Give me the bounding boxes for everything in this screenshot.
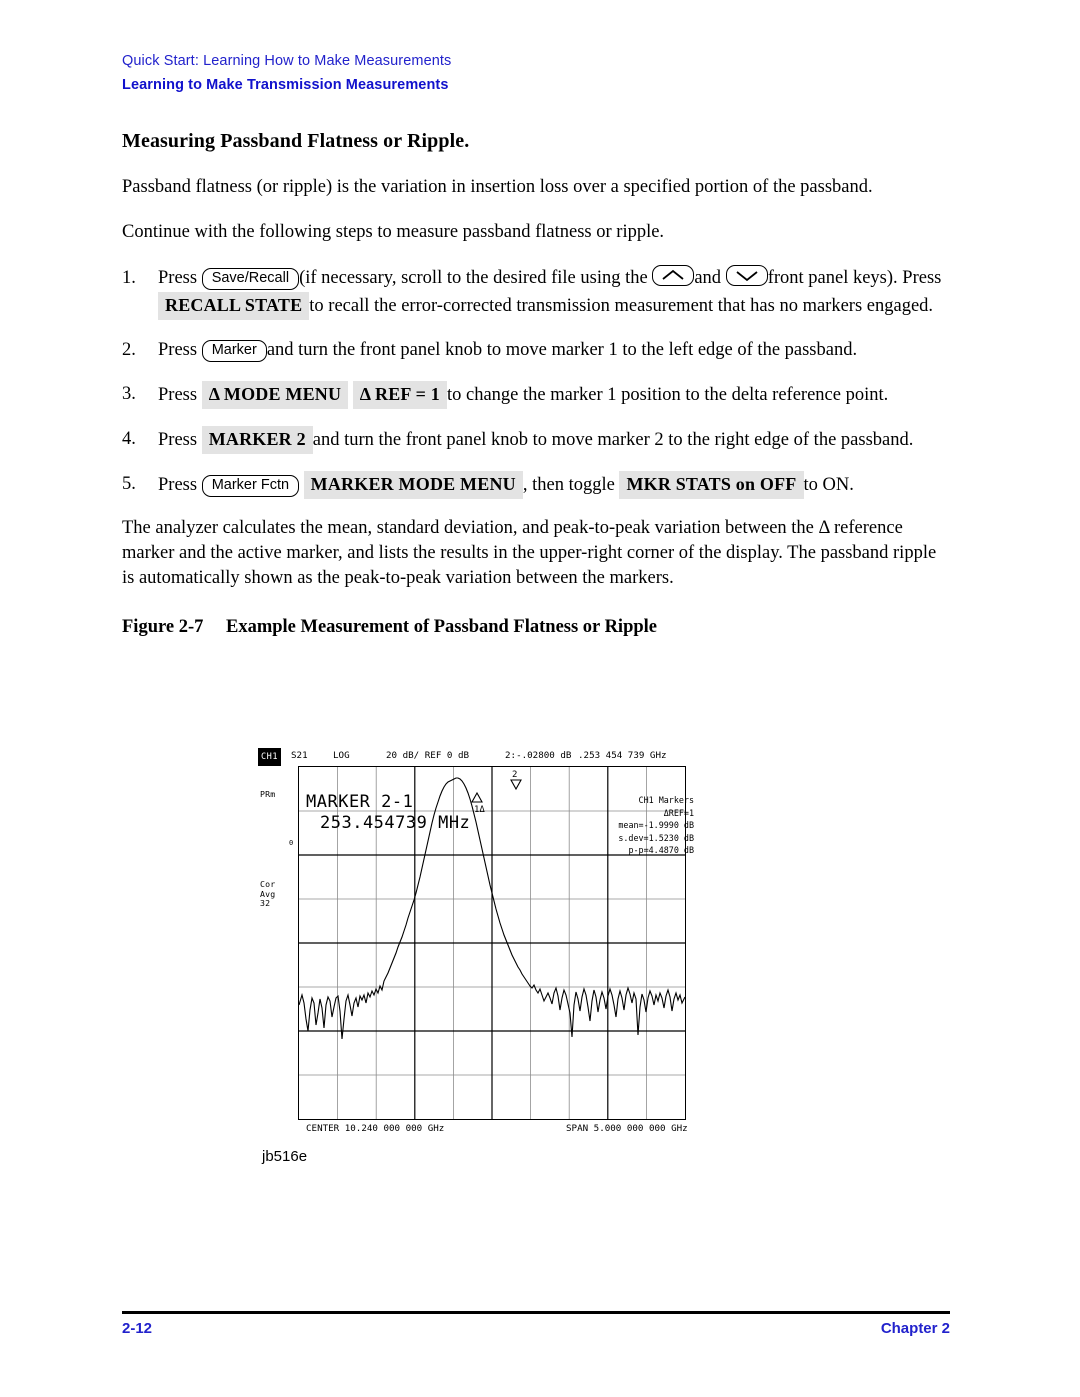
- step-text: (if necessary, scroll to the desired fil…: [299, 268, 648, 288]
- lead-paragraph: Continue with the following steps to mea…: [122, 222, 665, 242]
- down-arrow-key[interactable]: [725, 265, 768, 286]
- step-4: 4. Press MARKER 2 and turn the front panel…: [122, 426, 950, 454]
- step-3: 3. Press Δ MODE MENU Δ REF = 1 to change t…: [122, 381, 950, 409]
- marker-statistics-box: CH1 Markers ΔREF=1 mean=-1.9990 dB s.dev…: [588, 794, 694, 857]
- step-text: to change the marker 1 position to the d…: [446, 385, 889, 405]
- svg-text:2: 2: [512, 770, 517, 780]
- marker-1: 1Δ: [471, 791, 485, 815]
- step-text: Press: [158, 340, 198, 360]
- figure-number: Figure 2-7: [122, 617, 204, 637]
- parameter-label: S21: [291, 750, 308, 761]
- step-text: , then toggle: [522, 475, 615, 495]
- format-label: LOG: [333, 750, 350, 761]
- softkey-marker-2[interactable]: MARKER 2: [201, 426, 313, 454]
- stats-peak-to-peak: p-p=4.4870 dB: [628, 845, 694, 856]
- figure-caption-text: Example Measurement of Passband Flatness…: [226, 617, 657, 637]
- softkey-marker-mode-menu[interactable]: MARKER MODE MENU: [303, 471, 523, 499]
- up-arrow-key[interactable]: [652, 265, 695, 286]
- step-number: 4.: [122, 429, 136, 449]
- stats-delta-ref: ΔREF=1: [663, 807, 694, 818]
- marker-2: 2: [510, 770, 522, 791]
- step-text: and turn the front panel knob to move ma…: [312, 430, 914, 450]
- running-head: Quick Start: Learning How to Make Measur…: [122, 53, 452, 69]
- figure-identifier: jb516e: [262, 1148, 308, 1165]
- channel-badge: CH1: [258, 748, 282, 766]
- page-header: Quick Start: Learning How to Make Measur…: [122, 52, 952, 94]
- hardkey-marker[interactable]: Marker: [201, 340, 267, 362]
- hardkey-marker-fctn[interactable]: Marker Fctn: [201, 475, 300, 497]
- page-number: 2-12: [122, 1320, 153, 1337]
- step-text: to ON.: [803, 475, 854, 495]
- annotation-prm: PRm: [260, 789, 276, 799]
- marker2-value-readout: 2:-.02800 dB: [505, 750, 572, 761]
- softkey-recall-state[interactable]: RECALL STATE: [158, 292, 310, 320]
- annotation-cor-avg: Cor Avg 32: [260, 879, 275, 909]
- step-5: 5. Press Marker Fctn MARKER MODE MENU, th…: [122, 471, 950, 499]
- softkey-delta-ref-1[interactable]: Δ REF = 1: [352, 381, 447, 409]
- step-text: Press: [158, 385, 198, 405]
- page-title: Measuring Passband Flatness or Ripple.: [122, 130, 470, 152]
- chapter-label: Chapter 2: [880, 1320, 950, 1337]
- stats-mean: mean=-1.9990 dB: [618, 820, 694, 831]
- softkey-mkr-stats-on-off[interactable]: MKR STATS on OFF: [619, 471, 804, 499]
- center-frequency-label: CENTER 10.240 000 000 GHz: [306, 1123, 445, 1134]
- step-2: 2. Press Marker and turn the front panel k…: [122, 337, 950, 364]
- section-head: Learning to Make Transmission Measuremen…: [122, 77, 449, 93]
- marker-readout-line2: 253.454739 MHz: [320, 813, 471, 833]
- stats-heading: CH1 Markers: [638, 795, 694, 805]
- reference-line-label: 0: [289, 839, 294, 847]
- lcd-status-line: CH1 S21 LOG 20 dB/ REF 0 dB 2:-.02800 dB…: [258, 748, 702, 766]
- step-text: Press: [158, 475, 198, 495]
- softkey-delta-mode-menu[interactable]: Δ MODE MENU: [201, 381, 349, 409]
- hardkey-save-recall[interactable]: Save/Recall: [201, 268, 300, 290]
- step-number: 1.: [122, 268, 136, 288]
- span-label: SPAN 5.000 000 000 GHz: [566, 1123, 688, 1134]
- step-text: Press: [158, 430, 198, 450]
- step-number: 5.: [122, 474, 136, 494]
- step-1: 1. Press Save/Recall (if necessary, scroll…: [122, 265, 950, 320]
- network-analyzer-screenshot: CH1 S21 LOG 20 dB/ REF 0 dB 2:-.02800 dB…: [258, 748, 702, 1138]
- procedure-steps: 1. Press Save/Recall (if necessary, scroll…: [122, 265, 950, 499]
- scale-reference-label: 20 dB/ REF 0 dB: [386, 750, 470, 761]
- step-number: 3.: [122, 384, 136, 404]
- step-text: and turn the front panel knob to move ma…: [266, 340, 858, 360]
- svg-text:1Δ: 1Δ: [474, 805, 485, 815]
- step-text: to recall the error-corrected transmissi…: [309, 296, 934, 316]
- marker-readout-box: MARKER 2-1 253.454739 MHz: [306, 792, 470, 834]
- document-page: Quick Start: Learning How to Make Measur…: [0, 0, 1080, 1397]
- figure-caption: Figure 2-7 Example Measurement of Passban…: [122, 617, 950, 638]
- step-number: 2.: [122, 340, 136, 360]
- explanation-paragraph: The analyzer calculates the mean, standa…: [122, 518, 937, 588]
- intro-paragraph: Passband flatness (or ripple) is the var…: [122, 177, 873, 197]
- stats-sdev: s.dev=1.5230 dB: [618, 832, 694, 843]
- marker-readout-line1: MARKER 2-1: [306, 792, 414, 812]
- marker2-frequency-readout: .253 454 739 GHz: [578, 750, 667, 761]
- step-text: front panel keys). Press: [767, 268, 942, 288]
- annotation-avg-count: 32: [260, 898, 271, 908]
- page-content: Measuring Passband Flatness or Ripple. P…: [122, 130, 950, 638]
- step-text: Press: [158, 268, 198, 288]
- step-text: and: [694, 268, 722, 288]
- footer-divider: [122, 1311, 950, 1314]
